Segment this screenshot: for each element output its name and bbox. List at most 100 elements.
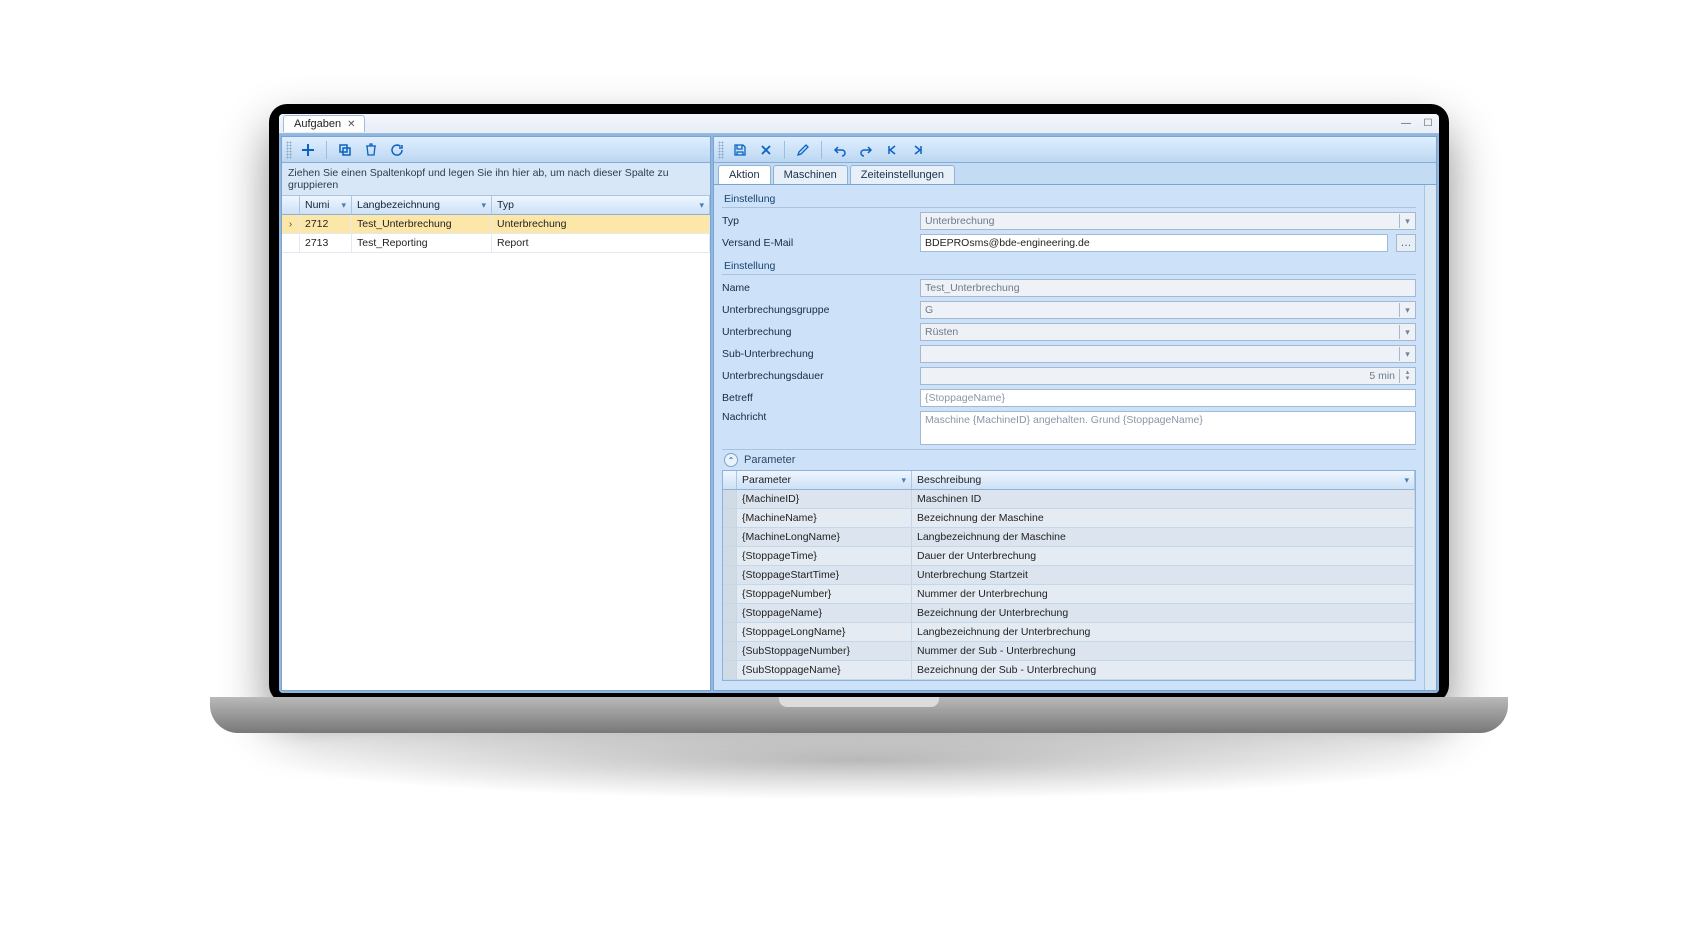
row-handle[interactable] [723, 604, 737, 622]
filter-icon[interactable]: ▾ [901, 475, 906, 486]
scrollbar[interactable] [1424, 185, 1436, 690]
parameter-row[interactable]: {StoppageLongName}Langbezeichnung der Un… [723, 623, 1415, 642]
parameter-column-beschreibung[interactable]: Beschreibung ▾ [912, 471, 1415, 489]
cell-langbezeichnung: Test_Unterbrechung [352, 215, 492, 233]
separator [821, 141, 822, 159]
typ-combo[interactable]: Unterbrechung ▾ [920, 212, 1416, 230]
column-typ[interactable]: Typ ▾ [492, 196, 710, 214]
copy-button[interactable] [335, 140, 355, 160]
row-handle[interactable] [723, 661, 737, 679]
cell-beschreibung: Dauer der Unterbrechung [912, 547, 1415, 565]
cell-parameter: {SubStoppageNumber} [737, 642, 912, 660]
nav-first-button[interactable] [882, 140, 902, 160]
cell-parameter: {SubStoppageName} [737, 661, 912, 679]
row-handle[interactable] [723, 490, 737, 508]
collapse-icon[interactable]: ⌃ [724, 453, 738, 467]
parameter-grid-body[interactable]: {MachineID}Maschinen ID{MachineName}Beze… [723, 490, 1415, 680]
group-by-hint[interactable]: Ziehen Sie einen Spaltenkopf und legen S… [282, 163, 710, 196]
add-button[interactable] [298, 140, 318, 160]
parameter-row[interactable]: {StoppageName}Bezeichnung der Unterbrech… [723, 604, 1415, 623]
sub-combo[interactable]: ▾ [920, 345, 1416, 363]
tab-zeiteinstellungen[interactable]: Zeiteinstellungen [850, 165, 955, 184]
separator [784, 141, 785, 159]
separator [326, 141, 327, 159]
delete-button[interactable] [361, 140, 381, 160]
toolbar-grip-icon [286, 141, 292, 159]
row-handle[interactable] [723, 547, 737, 565]
delete-button[interactable] [756, 140, 776, 160]
parameter-row[interactable]: {SubStoppageName}Bezeichnung der Sub - U… [723, 661, 1415, 680]
cell-beschreibung: Unterbrechung Startzeit [912, 566, 1415, 584]
edit-button[interactable] [793, 140, 813, 160]
column-langbezeichnung[interactable]: Langbezeichnung ▾ [352, 196, 492, 214]
table-row[interactable]: ›2712Test_UnterbrechungUnterbrechung [282, 215, 710, 234]
cell-langbezeichnung: Test_Reporting [352, 234, 492, 252]
column-selector[interactable] [282, 196, 300, 214]
cell-parameter: {StoppageLongName} [737, 623, 912, 641]
column-langbezeichnung-label: Langbezeichnung [357, 199, 440, 211]
nachricht-field[interactable] [920, 411, 1416, 445]
left-panel: Ziehen Sie einen Spaltenkopf und legen S… [281, 136, 711, 691]
close-icon[interactable]: ✕ [347, 119, 355, 130]
filter-icon[interactable]: ▾ [341, 200, 346, 211]
chevron-down-icon[interactable]: ▾ [1399, 325, 1415, 339]
parameter-row[interactable]: {MachineID}Maschinen ID [723, 490, 1415, 509]
redo-button[interactable] [856, 140, 876, 160]
row-handle[interactable] [723, 528, 737, 546]
gruppe-label: Unterbrechungsgruppe [722, 304, 912, 316]
app-tab-aufgaben[interactable]: Aufgaben ✕ [283, 115, 365, 132]
undo-button[interactable] [830, 140, 850, 160]
cell-beschreibung: Bezeichnung der Maschine [912, 509, 1415, 527]
email-browse-button[interactable]: … [1396, 234, 1416, 252]
dauer-value: 5 min [1369, 370, 1395, 382]
parameter-row[interactable]: {StoppageNumber}Nummer der Unterbrechung [723, 585, 1415, 604]
grid-body[interactable]: ›2712Test_UnterbrechungUnterbrechung2713… [282, 215, 710, 690]
parameter-column-parameter[interactable]: Parameter ▾ [737, 471, 912, 489]
group-einstellung-2: Einstellung [722, 256, 1416, 275]
parameter-row[interactable]: {StoppageStartTime}Unterbrechung Startze… [723, 566, 1415, 585]
cell-nummer: 2713 [300, 234, 352, 252]
cell-parameter: {MachineID} [737, 490, 912, 508]
parameter-row[interactable]: {StoppageTime}Dauer der Unterbrechung [723, 547, 1415, 566]
grid-header: Numi ▾ Langbezeichnung ▾ Typ ▾ [282, 196, 710, 215]
row-selector[interactable] [282, 234, 300, 252]
row-handle[interactable] [723, 509, 737, 527]
name-field[interactable] [920, 279, 1416, 297]
email-field[interactable] [920, 234, 1388, 252]
chevron-down-icon[interactable]: ▾ [1399, 214, 1415, 228]
table-row[interactable]: 2713Test_ReportingReport [282, 234, 710, 253]
spinner-icon[interactable]: ▴▾ [1399, 369, 1415, 383]
tab-aktion[interactable]: Aktion [718, 165, 771, 184]
maximize-button[interactable]: ☐ [1417, 116, 1439, 132]
filter-icon[interactable]: ▾ [699, 200, 704, 211]
parameter-row[interactable]: {MachineLongName}Langbezeichnung der Mas… [723, 528, 1415, 547]
parameter-row[interactable]: {MachineName}Bezeichnung der Maschine [723, 509, 1415, 528]
titlebar: Aufgaben ✕ — ☐ [279, 114, 1439, 134]
chevron-down-icon[interactable]: ▾ [1399, 303, 1415, 317]
row-handle[interactable] [723, 623, 737, 641]
minimize-button[interactable]: — [1395, 116, 1417, 132]
row-handle[interactable] [723, 642, 737, 660]
dauer-spinner[interactable]: 5 min ▴▾ [920, 367, 1416, 385]
gruppe-combo[interactable]: G ▾ [920, 301, 1416, 319]
row-handle[interactable] [723, 566, 737, 584]
column-nummer[interactable]: Numi ▾ [300, 196, 352, 214]
chevron-down-icon[interactable]: ▾ [1399, 347, 1415, 361]
cell-typ: Unterbrechung [492, 215, 710, 233]
row-selector[interactable]: › [282, 215, 300, 233]
parameter-row[interactable]: {SubStoppageNumber}Nummer der Sub - Unte… [723, 642, 1415, 661]
unterbrechung-combo[interactable]: Rüsten ▾ [920, 323, 1416, 341]
cell-beschreibung: Langbezeichnung der Unterbrechung [912, 623, 1415, 641]
filter-icon[interactable]: ▾ [481, 200, 486, 211]
tab-maschinen[interactable]: Maschinen [773, 165, 848, 184]
refresh-button[interactable] [387, 140, 407, 160]
nav-last-button[interactable] [908, 140, 928, 160]
betreff-field[interactable] [920, 389, 1416, 407]
cell-beschreibung: Langbezeichnung der Maschine [912, 528, 1415, 546]
filter-icon[interactable]: ▾ [1404, 475, 1409, 486]
row-handle[interactable] [723, 585, 737, 603]
save-button[interactable] [730, 140, 750, 160]
unterbrechung-value: Rüsten [925, 326, 958, 338]
cell-beschreibung: Maschinen ID [912, 490, 1415, 508]
column-nummer-label: Numi [305, 199, 330, 211]
